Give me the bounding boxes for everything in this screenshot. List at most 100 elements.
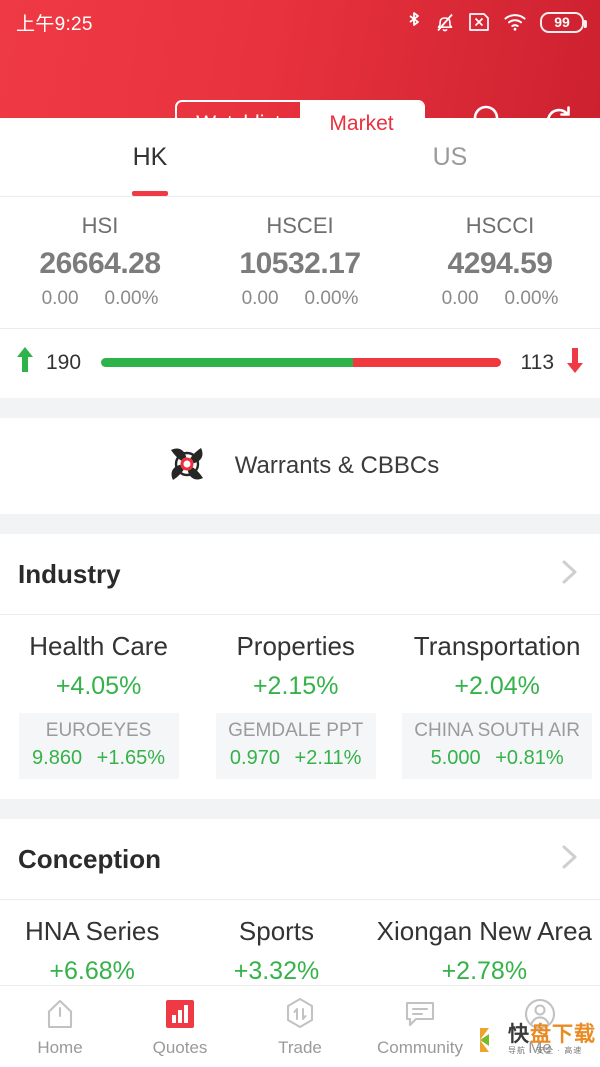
warrants-cbbcs-row[interactable]: Warrants & CBBCs (0, 418, 600, 514)
advance-decline-bar: 190 113 (0, 329, 600, 398)
section-title: Industry (18, 558, 121, 589)
watermark-text: 快盘下载 导航 · 安全 · 高速 (508, 1024, 596, 1055)
stock-change-pct: +1.65% (96, 747, 166, 769)
watermark-main: 快盘下载 (508, 1024, 596, 1045)
sim-x-icon (468, 12, 490, 32)
section-header-conception[interactable]: Conception (0, 819, 600, 899)
category-change-pct: +2.04% (454, 672, 540, 700)
index-card-hscci[interactable]: HSCCI 4294.59 0.00 0.00% (400, 213, 600, 310)
index-value: 10532.17 (239, 247, 361, 280)
advance-decline-progress (101, 358, 501, 367)
section-title: Conception (18, 843, 161, 874)
top-stock-box[interactable]: EUROEYES 9.860 +1.65% (18, 713, 179, 779)
stock-name: EUROEYES (45, 720, 152, 741)
index-name: HSI (81, 213, 119, 238)
category-name: HNA Series (24, 916, 160, 946)
stock-price: 5.000 (430, 747, 481, 769)
stock-name: GEMDALE PPT (228, 720, 364, 741)
category-change-pct: +2.78% (441, 957, 528, 985)
advancing-count: 190 (46, 350, 82, 374)
index-change-row: 0.00 0.00% (400, 288, 600, 310)
stock-change-pct: +2.11% (294, 747, 362, 769)
chevron-right-icon[interactable] (556, 842, 582, 877)
region-tab-us[interactable]: US (300, 118, 600, 196)
industry-cards: Health Care +4.05% EUROEYES 9.860 +1.65%… (0, 615, 600, 799)
wifi-icon (503, 12, 527, 32)
section-gap (0, 398, 600, 418)
index-change-pct: 0.00% (504, 288, 559, 309)
index-card-hsi[interactable]: HSI 26664.28 0.00 0.00% (0, 213, 200, 310)
industry-card-properties[interactable]: Properties +2.15% GEMDALE PPT 0.970 +2.1… (197, 631, 394, 779)
watermark-sub: 导航 · 安全 · 高速 (508, 1046, 583, 1055)
pinwheel-icon (161, 438, 213, 495)
index-change-row: 0.00 0.00% (0, 288, 200, 310)
status-bar: 上午9:25 99 (0, 0, 600, 44)
index-change-pct: 0.00% (104, 288, 159, 309)
top-stock-box[interactable]: CHINA SOUTH AIR 5.000 +0.81% (402, 713, 592, 779)
index-name: HSCCI (465, 213, 535, 238)
category-name: Sports (238, 916, 315, 946)
section-gap (0, 799, 600, 819)
status-bar-icons: 99 (406, 11, 587, 33)
index-name: HSCEI (266, 213, 334, 238)
chevron-right-icon[interactable] (556, 557, 582, 592)
nav-item-home[interactable]: Home (0, 995, 120, 1058)
site-watermark: 快盘下载 导航 · 安全 · 高速 (478, 1024, 596, 1055)
category-change-pct: +4.05% (55, 672, 142, 700)
warrants-cbbcs-label: Warrants & CBBCs (234, 452, 440, 479)
watermark-logo-icon (478, 1026, 504, 1054)
status-bar-clock: 上午9:25 (16, 13, 93, 35)
index-card-hscei[interactable]: HSCEI 10532.17 0.00 0.00% (200, 213, 400, 310)
top-stock-box[interactable]: GEMDALE PPT 0.970 +2.11% (215, 713, 376, 779)
index-value: 26664.28 (39, 247, 161, 280)
category-change-pct: +2.15% (252, 672, 339, 700)
stock-name: CHINA SOUTH AIR (414, 720, 580, 741)
app-screen: 上午9:25 99 Watchlist Market HK US HSI 266… (0, 0, 600, 1067)
bottom-navigation: Home Quotes Trade Community Me 快盘下载 导航 ·… (0, 985, 600, 1067)
index-change: 0.00 (41, 288, 79, 309)
nav-item-community[interactable]: Community (360, 995, 480, 1058)
section-gap (0, 514, 600, 534)
trade-icon (282, 995, 318, 1033)
nav-label: Home (37, 1038, 83, 1057)
battery-icon: 99 (540, 11, 587, 33)
bar-chart-icon (162, 995, 198, 1033)
home-icon (42, 995, 78, 1033)
arrow-down-icon (564, 345, 586, 380)
category-name: Xiongan New Area (376, 916, 592, 946)
declining-segment (352, 358, 501, 367)
index-change-row: 0.00 0.00% (200, 288, 400, 310)
nav-label: Trade (278, 1038, 322, 1057)
region-tabs-panel: HK US HSI 26664.28 0.00 0.00% HSCEI 1053… (0, 118, 600, 398)
stock-values: 9.860 +1.65% (31, 747, 167, 770)
index-change: 0.00 (241, 288, 279, 309)
watermark-main-dark: 快 (508, 1023, 530, 1046)
declining-count: 113 (520, 350, 554, 374)
index-value: 4294.59 (447, 247, 553, 280)
stock-values: 5.000 +0.81% (414, 747, 580, 770)
nav-item-trade[interactable]: Trade (240, 995, 360, 1058)
index-change: 0.00 (441, 288, 479, 309)
section-header-industry[interactable]: Industry (0, 534, 600, 614)
watermark-main-orange: 盘下载 (530, 1023, 596, 1046)
category-name: Properties (236, 631, 355, 661)
header-nav-row: Watchlist Market (0, 44, 600, 148)
category-change-pct: +3.32% (233, 957, 320, 985)
nav-label: Community (377, 1038, 463, 1057)
stock-price: 0.970 (229, 747, 280, 769)
bell-muted-icon (435, 11, 455, 33)
nav-item-quotes[interactable]: Quotes (120, 995, 240, 1058)
region-tab-hk[interactable]: HK (0, 118, 300, 196)
arrow-up-icon (14, 345, 36, 380)
industry-card-health-care[interactable]: Health Care +4.05% EUROEYES 9.860 +1.65% (0, 631, 197, 779)
category-name: Transportation (413, 631, 581, 661)
nav-label: Quotes (152, 1038, 208, 1057)
index-summary: HSI 26664.28 0.00 0.00% HSCEI 10532.17 0… (0, 197, 600, 328)
industry-card-transportation[interactable]: Transportation +2.04% CHINA SOUTH AIR 5.… (394, 631, 600, 779)
advancing-segment (101, 358, 353, 367)
chat-icon (402, 995, 438, 1033)
app-header: 上午9:25 99 Watchlist Market (0, 0, 600, 148)
stock-change-pct: +0.81% (495, 747, 564, 769)
category-change-pct: +6.68% (49, 957, 135, 985)
stock-price: 9.860 (32, 747, 83, 769)
